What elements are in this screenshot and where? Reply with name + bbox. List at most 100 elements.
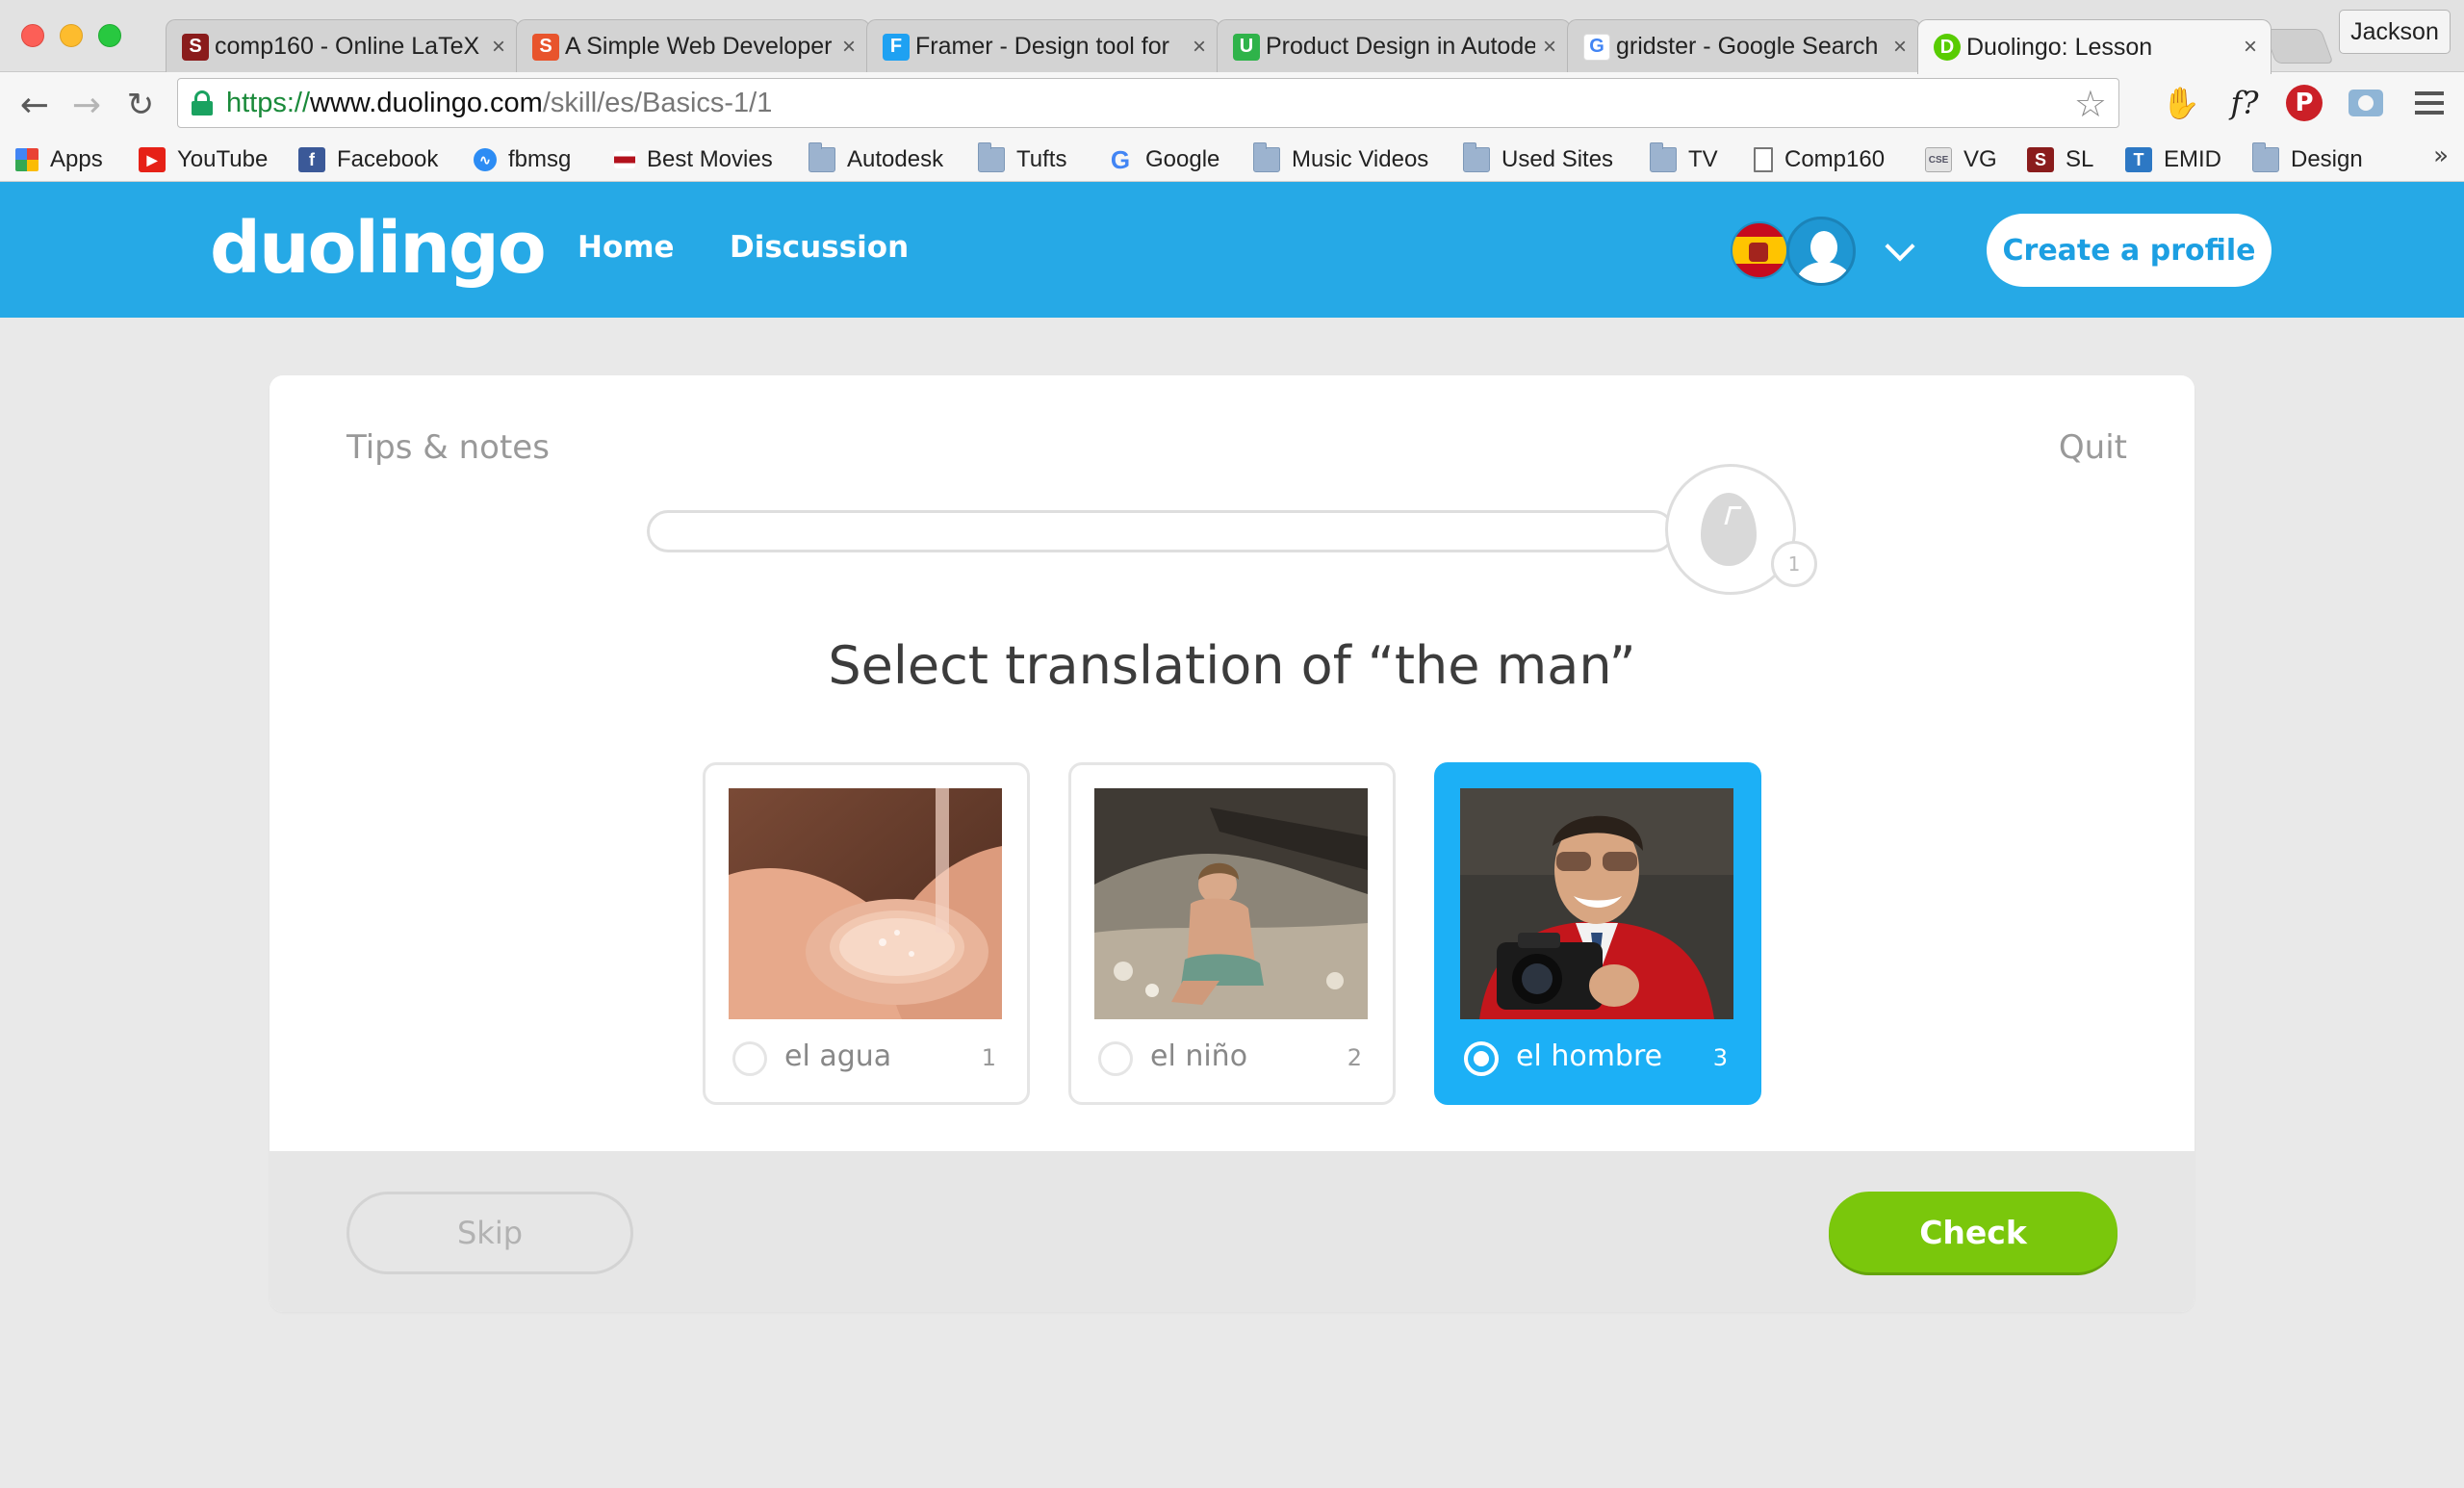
chevron-down-icon[interactable] [1885,231,1915,262]
answer-choice-2[interactable]: el niño 2 [1068,762,1396,1105]
quit-link[interactable]: Quit [2059,428,2127,467]
new-tab-button[interactable] [2263,29,2334,64]
folder-icon [808,142,835,172]
address-bar[interactable]: https://www.duolingo.com/skill/es/Basics… [177,78,2119,128]
reload-icon[interactable]: ↻ [121,86,160,124]
bookmark-label: Apps [50,146,103,172]
bookmark-label: Design [2291,146,2363,172]
choice-label: el hombre [1516,1039,1663,1073]
bookmark-music-videos[interactable]: Music Videos [1253,142,1429,176]
folder-icon [2252,142,2279,172]
browser-profile-button[interactable]: Jackson [2339,10,2451,54]
spanish-flag-icon[interactable] [1731,221,1788,279]
answer-choice-1[interactable]: el agua 1 [703,762,1030,1105]
nav-home-link[interactable]: Home [578,230,675,265]
tab-close-icon[interactable]: × [842,34,856,61]
bookmark-label: TV [1688,146,1718,172]
tab-close-icon[interactable]: × [1893,34,1907,61]
browser-toolbar: ← → ↻ https://www.duolingo.com/skill/es/… [0,72,2464,136]
forward-arrow-icon[interactable]: → [67,86,106,125]
question-prompt: Select translation of “the man” [828,635,1636,696]
youtube-icon: ▶ [139,147,166,172]
bookmark-youtube[interactable]: ▶ YouTube [139,143,268,176]
sharelatex-favicon-icon: S [532,33,559,61]
tab-comp160[interactable]: S comp160 - Online LaTeX × [166,19,520,73]
bookmark-tv[interactable]: TV [1650,142,1718,176]
bookmark-fbmsg[interactable]: ∿ fbmsg [474,143,571,176]
bookmark-vg[interactable]: CSE VG [1925,143,1997,176]
bookmark-label: Used Sites [1502,146,1614,172]
bookmark-star-icon[interactable]: ☆ [2074,83,2107,125]
tab-close-icon[interactable]: × [1543,34,1556,61]
tab-framer[interactable]: F Framer - Design tool for × [866,19,1220,73]
lock-icon [192,90,213,115]
site-header: duolingo Home Discussion Create a profil… [0,182,2464,318]
pinterest-icon[interactable]: P [2283,82,2325,124]
bookmark-best-movies[interactable]: Best Movies [614,143,773,176]
t-icon: T [2125,147,2152,172]
bookmark-label: VG [1964,146,1997,172]
minimize-window-button[interactable] [60,24,83,47]
page-icon [1754,147,1773,172]
font-finder-icon[interactable]: f? [2223,82,2266,124]
google-icon: G [1110,144,1131,174]
bookmark-comp160[interactable]: Comp160 [1754,143,1885,176]
duolingo-logo[interactable]: duolingo [210,207,547,290]
avatar[interactable] [1786,217,1856,286]
bookmark-label: Autodesk [847,146,944,172]
create-profile-button[interactable]: Create a profile [1987,214,2272,287]
hands-water-image [729,788,1002,1019]
movies-icon [614,151,635,168]
tab-close-icon[interactable]: × [492,34,505,61]
bookmark-tufts[interactable]: Tufts [978,142,1066,176]
answer-choice-3[interactable]: el hombre 3 [1434,762,1761,1105]
bookmark-facebook[interactable]: f Facebook [298,143,438,176]
radio-button-selected[interactable] [1464,1041,1499,1076]
close-window-button[interactable] [21,24,44,47]
messenger-icon: ∿ [474,148,497,171]
udacity-favicon-icon: U [1233,33,1260,61]
choice-shortcut-number: 1 [981,1044,996,1071]
check-button[interactable]: Check [1829,1192,2118,1272]
facebook-icon: f [298,147,325,172]
bookmark-used-sites[interactable]: Used Sites [1463,142,1614,176]
tab-title: comp160 - Online LaTeX [215,33,480,60]
tab-close-icon[interactable]: × [2244,34,2257,61]
tips-notes-link[interactable]: Tips & notes [346,428,550,467]
lesson-card: Tips & notes Quit 1 Select translation o… [270,375,2194,1312]
camera-icon[interactable] [2345,82,2387,124]
tab-title: Duolingo: Lesson [1966,33,2153,61]
tab-autodesk[interactable]: U Product Design in Autodesk × [1217,19,1571,73]
bookmark-autodesk[interactable]: Autodesk [808,142,944,176]
radio-button[interactable] [732,1041,767,1076]
maximize-window-button[interactable] [98,24,121,47]
sharelatex-favicon-icon: S [182,33,209,61]
tab-title: A Simple Web Developer [565,33,833,60]
egg-count-badge: 1 [1771,541,1817,587]
bookmark-label: Music Videos [1292,146,1429,172]
bookmark-label: Best Movies [647,146,773,172]
tab-title: Framer - Design tool for [915,33,1169,60]
back-arrow-icon[interactable]: ← [15,86,54,125]
bookmark-emid[interactable]: T EMID [2125,143,2221,176]
bookmark-label: Comp160 [1784,146,1886,172]
tab-web-developer[interactable]: S A Simple Web Developer × [516,19,870,73]
bookmarks-bar: Apps ▶ YouTube f Facebook ∿ fbmsg Best M… [0,136,2464,182]
bookmark-design[interactable]: Design [2252,142,2363,176]
tab-google-search[interactable]: G gridster - Google Search × [1567,19,1921,73]
bookmarks-overflow-chevron-icon[interactable]: » [2433,141,2449,170]
tab-close-icon[interactable]: × [1193,34,1206,61]
lesson-footer: Skip Check [270,1151,2194,1312]
menu-hamburger-icon[interactable] [2408,82,2451,124]
bookmark-apps[interactable]: Apps [15,143,103,176]
radio-button[interactable] [1098,1041,1133,1076]
tab-duolingo[interactable]: D Duolingo: Lesson × [1917,19,2272,74]
nav-discussion-link[interactable]: Discussion [730,230,909,265]
adblock-hand-icon[interactable]: ✋ [2160,82,2202,124]
bookmark-sl[interactable]: S SL [2027,143,2093,176]
framer-favicon-icon: F [883,33,910,61]
man-camera-image [1460,788,1733,1019]
bookmark-google[interactable]: G Google [1107,143,1220,176]
bookmark-label: EMID [2164,146,2221,172]
skip-button[interactable]: Skip [346,1192,633,1274]
